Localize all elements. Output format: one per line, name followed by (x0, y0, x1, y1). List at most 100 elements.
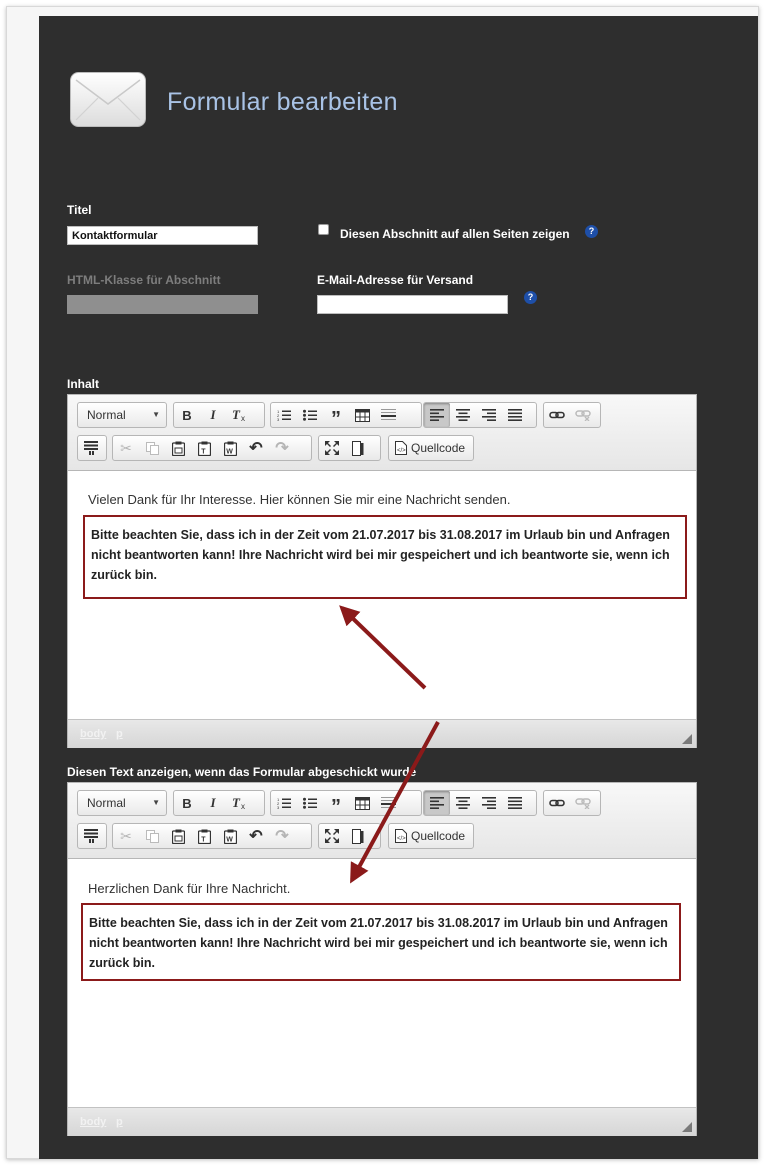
alignment-group (423, 402, 537, 428)
page-title: Formular bearbeiten (167, 88, 398, 116)
cut-button[interactable]: ✂ (113, 436, 139, 460)
svg-text:3: 3 (277, 417, 280, 421)
intro-paragraph: Vielen Dank für Ihr Interesse. Hier könn… (88, 492, 511, 507)
justify-icon (508, 409, 522, 421)
paste-icon (171, 829, 185, 844)
link-group (543, 402, 601, 428)
copy-button[interactable] (139, 436, 165, 460)
editor-status-bar: body p (68, 1107, 696, 1136)
numbered-list-button[interactable]: 123 (271, 403, 297, 427)
unlink-icon (575, 410, 591, 421)
align-right-button[interactable] (476, 791, 502, 815)
show-all-pages-label: Diesen Abschnitt auf allen Seiten zeigen (340, 227, 570, 241)
source-button[interactable]: </> Quellcode (395, 441, 465, 455)
maximize-icon (325, 441, 339, 455)
table-button[interactable] (349, 403, 375, 427)
redo-icon: ↷ (275, 440, 289, 457)
paragraph-format-icon (84, 441, 98, 455)
editor-toolbar: Normal ▼ B I Tx 123 ” ✂ T W ↶ ↷ </> Quel… (68, 783, 696, 859)
source-button-label: Quellcode (411, 829, 466, 843)
bullet-list-button[interactable] (297, 791, 323, 815)
redo-button[interactable]: ↷ (269, 824, 295, 848)
align-left-button[interactable] (424, 403, 450, 427)
html-class-label: HTML-Klasse für Abschnitt (67, 273, 221, 287)
align-right-button[interactable] (476, 403, 502, 427)
editor-content-area[interactable]: Vielen Dank für Ihr Interesse. Hier könn… (68, 471, 696, 719)
link-button[interactable] (544, 403, 570, 427)
content-label: Inhalt (67, 377, 99, 391)
paste-text-button[interactable]: T (191, 824, 217, 848)
resize-handle[interactable] (682, 734, 692, 744)
paragraph-format-button[interactable] (78, 436, 104, 460)
html-class-input[interactable] (67, 295, 258, 314)
align-right-icon (482, 797, 496, 809)
copy-button[interactable] (139, 824, 165, 848)
show-blocks-button[interactable] (345, 824, 371, 848)
align-center-button[interactable] (450, 403, 476, 427)
svg-text:3: 3 (277, 805, 280, 809)
link-icon (549, 411, 565, 419)
title-label: Titel (67, 203, 92, 217)
italic-button[interactable]: I (200, 791, 226, 815)
bullet-list-icon (303, 409, 317, 421)
paste-button[interactable] (165, 436, 191, 460)
copy-icon (145, 441, 159, 455)
format-select[interactable]: Normal ▼ (77, 402, 167, 428)
redo-icon: ↷ (275, 828, 289, 845)
clipboard-group: ✂ T W ↶ ↷ (112, 823, 312, 849)
bullet-list-button[interactable] (297, 403, 323, 427)
table-icon (354, 796, 370, 810)
show-all-pages-checkbox[interactable] (318, 224, 329, 235)
path-p[interactable]: p (116, 728, 123, 740)
horizontal-line-button[interactable] (375, 403, 401, 427)
paste-word-button[interactable]: W (217, 436, 243, 460)
path-body[interactable]: body (80, 728, 106, 740)
email-input[interactable] (317, 295, 508, 314)
help-icon[interactable]: ? (585, 225, 598, 238)
path-body[interactable]: body (80, 1116, 106, 1128)
format-select[interactable]: Normal ▼ (77, 790, 167, 816)
horizontal-line-button[interactable] (375, 791, 401, 815)
remove-format-button[interactable]: Tx (226, 403, 252, 427)
maximize-button[interactable] (319, 436, 345, 460)
path-p[interactable]: p (116, 1116, 123, 1128)
svg-text:W: W (226, 836, 233, 843)
paste-text-button[interactable]: T (191, 436, 217, 460)
align-center-icon (456, 797, 470, 809)
unlink-button[interactable] (570, 791, 596, 815)
link-group (543, 790, 601, 816)
unlink-button[interactable] (570, 403, 596, 427)
source-button[interactable]: </> Quellcode (395, 829, 465, 843)
cut-button[interactable]: ✂ (113, 824, 139, 848)
editor-content-area[interactable]: Herzlichen Dank für Ihre Nachricht. Bitt… (68, 859, 696, 1107)
remove-format-button[interactable]: Tx (226, 791, 252, 815)
title-input[interactable] (67, 226, 258, 245)
blockquote-button[interactable]: ” (323, 791, 349, 817)
italic-button[interactable]: I (200, 403, 226, 427)
paste-word-button[interactable]: W (217, 824, 243, 848)
blockquote-button[interactable]: ” (323, 403, 349, 429)
source-code-icon: </> (395, 829, 407, 843)
undo-button[interactable]: ↶ (243, 824, 269, 848)
bold-button[interactable]: B (174, 403, 200, 427)
maximize-button[interactable] (319, 824, 345, 848)
justify-button[interactable] (502, 403, 528, 427)
resize-handle[interactable] (682, 1122, 692, 1132)
align-left-button[interactable] (424, 791, 450, 815)
bold-button[interactable]: B (174, 791, 200, 815)
paste-button[interactable] (165, 824, 191, 848)
link-button[interactable] (544, 791, 570, 815)
justify-button[interactable] (502, 791, 528, 815)
undo-button[interactable]: ↶ (243, 436, 269, 460)
submitted-text-label: Diesen Text anzeigen, wenn das Formular … (67, 765, 417, 779)
show-blocks-button[interactable] (345, 436, 371, 460)
paragraph-format-button[interactable] (78, 824, 104, 848)
redo-button[interactable]: ↷ (269, 436, 295, 460)
align-center-button[interactable] (450, 791, 476, 815)
link-icon (549, 799, 565, 807)
numbered-list-button[interactable]: 123 (271, 791, 297, 815)
rich-text-editor-submitted: Normal ▼ B I Tx 123 ” ✂ T W ↶ ↷ </> Quel… (67, 782, 697, 1136)
help-icon[interactable]: ? (524, 291, 537, 304)
vacation-notice: Bitte beachten Sie, dass ich in der Zeit… (83, 515, 687, 599)
table-button[interactable] (349, 791, 375, 815)
